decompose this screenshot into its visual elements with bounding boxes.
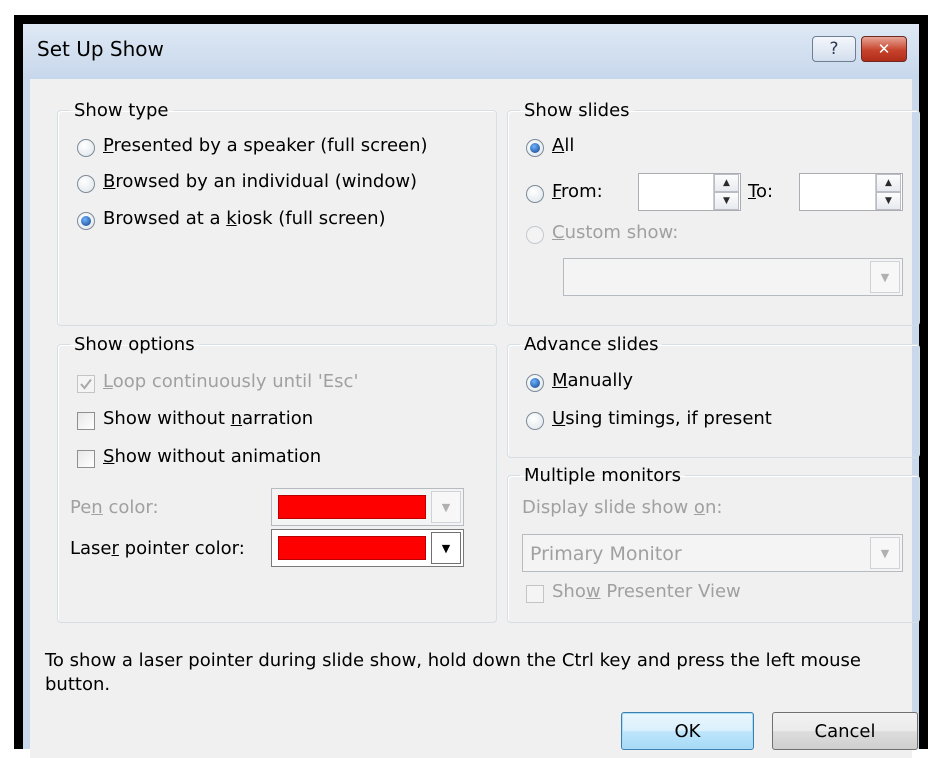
display-monitor-dropdown[interactable]: Primary Monitor ▼ <box>522 534 903 572</box>
display-monitor-value: Primary Monitor <box>530 543 682 565</box>
without-animation-label[interactable]: Show without animation <box>103 446 321 467</box>
display-slide-show-on-label: Display slide show on: <box>522 497 723 518</box>
advance-slides-legend: Advance slides <box>524 334 659 355</box>
laser-pointer-hint: To show a laser pointer during slide sho… <box>45 650 861 695</box>
title-bar: Set Up Show ? ✕ <box>23 24 919 79</box>
all-slides-radio[interactable] <box>526 139 544 157</box>
chevron-down-icon[interactable]: ▼ <box>870 537 900 569</box>
browsed-at-kiosk-label[interactable]: Browsed at a kiosk (full screen) <box>103 208 386 229</box>
checkmark-icon <box>80 378 92 390</box>
spin-down-icon[interactable]: ▼ <box>876 192 901 210</box>
laser-color-dropdown[interactable]: ▼ <box>271 529 464 567</box>
all-slides-label[interactable]: All <box>552 135 574 156</box>
from-spinner[interactable]: ▲ ▼ <box>638 173 741 211</box>
set-up-show-dialog: Set Up Show ? ✕ Show type Presented by a… <box>14 15 928 758</box>
chevron-down-icon[interactable]: ▼ <box>870 261 900 293</box>
presented-by-speaker-label[interactable]: Presented by a speaker (full screen) <box>103 135 428 156</box>
custom-show-label: Custom show: <box>552 222 679 243</box>
laser-color-swatch <box>278 536 426 560</box>
manually-radio[interactable] <box>526 374 544 392</box>
from-radio[interactable] <box>526 185 544 203</box>
ok-button[interactable]: OK <box>621 712 754 750</box>
loop-label: Loop continuously until 'Esc' <box>103 371 359 392</box>
chevron-down-icon[interactable]: ▼ <box>431 532 461 564</box>
pen-color-swatch <box>278 495 426 519</box>
presented-by-speaker-radio[interactable] <box>77 139 95 157</box>
show-type-legend: Show type <box>74 100 169 121</box>
pen-color-label: Pen color: <box>70 497 159 518</box>
custom-show-dropdown[interactable]: ▼ <box>563 258 903 296</box>
presenter-view-checkbox[interactable] <box>526 585 544 603</box>
custom-show-radio[interactable] <box>526 226 544 244</box>
close-icon: ✕ <box>877 40 891 58</box>
dialog-title: Set Up Show <box>37 37 164 61</box>
show-slides-legend: Show slides <box>524 100 630 121</box>
presenter-view-label: Show Presenter View <box>552 581 741 602</box>
laser-color-label: Laser pointer color: <box>70 538 245 559</box>
help-icon: ? <box>829 39 839 59</box>
without-narration-label[interactable]: Show without narration <box>103 408 313 429</box>
show-options-legend: Show options <box>74 334 195 355</box>
pen-color-dropdown[interactable]: ▼ <box>271 488 464 526</box>
to-label: To: <box>748 181 774 202</box>
using-timings-label[interactable]: Using timings, if present <box>552 408 772 429</box>
using-timings-radio[interactable] <box>526 412 544 430</box>
close-button[interactable]: ✕ <box>861 36 907 62</box>
chevron-down-icon[interactable]: ▼ <box>431 491 461 523</box>
spin-down-icon[interactable]: ▼ <box>714 192 739 210</box>
dialog-body: Show type Presented by a speaker (full s… <box>30 79 920 758</box>
spin-up-icon[interactable]: ▲ <box>714 174 739 192</box>
spin-up-icon[interactable]: ▲ <box>876 174 901 192</box>
to-spinner[interactable]: ▲ ▼ <box>799 173 903 211</box>
browsed-by-individual-radio[interactable] <box>77 175 95 193</box>
manually-label[interactable]: Manually <box>552 370 633 391</box>
from-label[interactable]: From: <box>552 181 603 202</box>
browsed-at-kiosk-radio[interactable] <box>77 212 95 230</box>
advance-slides-group: Advance slides <box>507 334 920 458</box>
loop-checkbox[interactable] <box>77 375 95 393</box>
multiple-monitors-legend: Multiple monitors <box>524 465 682 486</box>
cancel-button[interactable]: Cancel <box>772 712 918 750</box>
without-narration-checkbox[interactable] <box>77 412 95 430</box>
without-animation-checkbox[interactable] <box>77 450 95 468</box>
browsed-by-individual-label[interactable]: Browsed by an individual (window) <box>103 171 417 192</box>
to-spinner-arrows: ▲ ▼ <box>875 174 902 210</box>
help-button[interactable]: ? <box>812 36 856 62</box>
from-spinner-arrows: ▲ ▼ <box>713 174 740 210</box>
